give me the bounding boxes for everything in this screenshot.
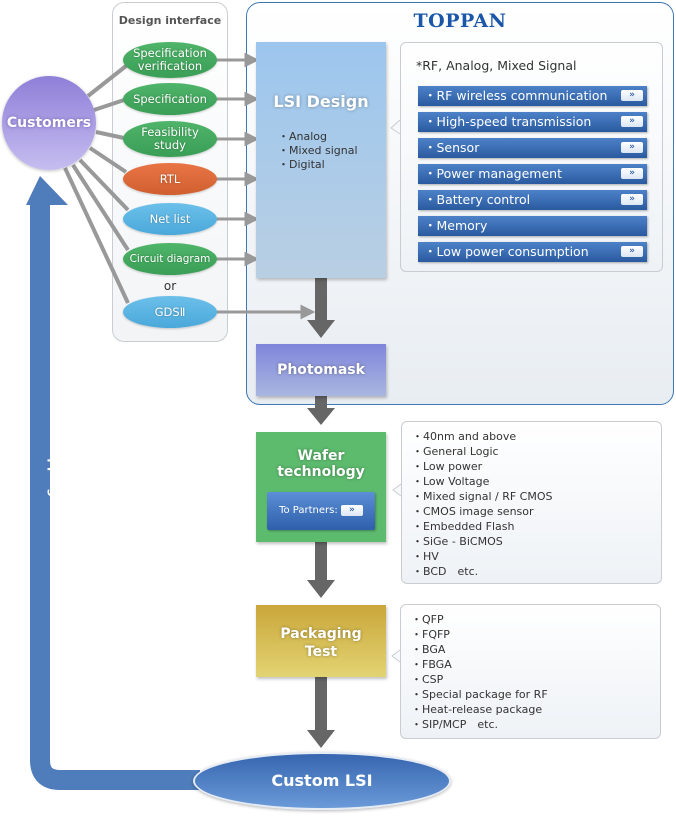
double-chevron-icon: » — [340, 504, 363, 516]
lsi-design-item: ・Digital — [278, 158, 325, 171]
wafer-tech-item: ・Low power — [412, 460, 483, 473]
custom-lsi-node: Custom LSI — [193, 752, 451, 810]
lsi-design-list: ・Analog ・Mixed signal ・Digital — [278, 130, 358, 172]
packaging-item: ・FBGA — [411, 658, 452, 671]
wafer-tech-item: ・Low Voltage — [412, 475, 490, 488]
packaging-test-title: Packaging Test — [256, 625, 386, 661]
rf-item-wireless[interactable]: ・RF wireless communication » — [418, 86, 647, 106]
packaging-item: ・Special package for RF — [411, 688, 548, 701]
shipping-label: Shipping — [47, 437, 61, 497]
double-chevron-icon[interactable]: » — [621, 142, 643, 153]
design-item-spec-verification[interactable]: Specification verification — [123, 42, 217, 78]
wafer-tech-item: ・General Logic — [412, 445, 499, 458]
wafer-tech-item: ・HV — [412, 550, 439, 563]
double-chevron-icon[interactable]: » — [621, 194, 643, 205]
wafer-technology-title: Wafer technology — [256, 448, 386, 480]
rf-item-high-speed[interactable]: ・High-speed transmission » — [418, 112, 647, 132]
wafer-technology-box: Wafer technology To Partners: » — [256, 432, 386, 542]
rf-item-low-power[interactable]: ・Low power consumption » — [418, 242, 647, 262]
packaging-title-line1: Packaging — [280, 626, 362, 642]
design-item-specification[interactable]: Specification — [123, 83, 217, 115]
lsi-design-title: LSI Design — [273, 92, 369, 111]
arrow-photomask-wafer-head — [307, 408, 335, 425]
arrow-wafer-packaging-head — [307, 580, 335, 598]
packaging-item: ・BGA — [411, 643, 446, 656]
to-partners-button[interactable]: To Partners: » — [267, 492, 375, 530]
connector-specification — [93, 98, 125, 112]
rf-item-label: ・High-speed transmission — [424, 114, 592, 129]
packaging-item: ・QFP — [411, 613, 444, 626]
wafer-tech-item: ・Mixed signal / RF CMOS — [412, 490, 553, 503]
design-item-gds2[interactable]: GDSⅡ — [123, 296, 217, 328]
rf-item-battery-control[interactable]: ・Battery control » — [418, 190, 647, 210]
photomask-box: Photomask — [256, 344, 386, 396]
to-partners-label: To Partners: — [279, 505, 338, 516]
packaging-list: ・QFP ・FQFP ・BGA ・FBGA ・CSP ・Special pack… — [411, 612, 548, 732]
packaging-item: ・FQFP — [411, 628, 450, 641]
arrow-photomask-wafer-shaft — [315, 395, 327, 409]
wafer-tech-list: ・40nm and above ・General Logic ・Low powe… — [412, 429, 552, 579]
wafer-tech-item: ・40nm and above — [412, 430, 517, 443]
packaging-item: ・Heat-release package — [411, 703, 543, 716]
double-chevron-icon[interactable]: » — [621, 90, 643, 101]
arrow-packaging-customlsi-shaft — [315, 677, 327, 732]
design-item-feasibility-study[interactable]: Feasibility study — [123, 121, 217, 157]
packaging-test-box: Packaging Test — [256, 605, 386, 677]
packaging-item: ・CSP — [411, 673, 444, 686]
connector-rtl — [88, 146, 128, 174]
connector-feasibility — [95, 130, 125, 140]
design-item-circuit-diagram[interactable]: Circuit diagram — [123, 243, 217, 275]
arrow-wafer-packaging-shaft — [315, 542, 327, 582]
wafer-tech-item: ・SiGe - BiCMOS — [412, 535, 503, 548]
arrow-lsi-photomask-head — [307, 320, 335, 338]
customers-node: Customers — [2, 76, 96, 170]
rf-item-sensor[interactable]: ・Sensor » — [418, 138, 647, 158]
double-chevron-icon[interactable]: » — [621, 116, 643, 127]
design-item-rtl[interactable]: RTL — [123, 163, 217, 195]
or-label: or — [163, 279, 177, 293]
lsi-design-box: LSI Design ・Analog ・Mixed signal ・Digita… — [256, 42, 386, 278]
wafer-tech-item: ・Embedded Flash — [412, 520, 515, 533]
wafer-tech-item: ・BCD etc. — [412, 565, 479, 578]
double-chevron-icon[interactable]: » — [621, 246, 643, 257]
rf-item-label: ・Low power consumption — [424, 244, 589, 259]
rf-item-power-management[interactable]: ・Power management » — [418, 164, 647, 184]
wafer-title-line1: Wafer — [297, 448, 345, 464]
connector-spec-verification — [86, 64, 128, 98]
rf-item-label: ・Sensor — [424, 140, 480, 155]
arrow-packaging-customlsi-head — [307, 730, 335, 748]
rf-panel-heading: *RF, Analog, Mixed Signal — [416, 58, 577, 73]
rf-item-label: ・Battery control — [424, 192, 531, 207]
arrow-lsi-photomask-shaft — [315, 277, 327, 322]
double-chevron-icon[interactable]: » — [621, 168, 643, 179]
wafer-tech-item: ・CMOS image sensor — [412, 505, 534, 518]
wafer-title-line2: technology — [277, 464, 365, 480]
rf-item-label: ・Power management — [424, 166, 563, 181]
lsi-design-item: ・Analog — [278, 130, 328, 143]
rf-item-memory: ・Memory — [418, 216, 647, 236]
design-item-netlist[interactable]: Net list — [123, 203, 217, 235]
rf-item-label: ・RF wireless communication — [424, 88, 608, 103]
packaging-title-line2: Test — [304, 644, 338, 660]
packaging-item: ・SIP/MCP etc. — [411, 718, 498, 731]
rf-item-label: ・Memory — [424, 218, 488, 233]
lsi-design-item: ・Mixed signal — [278, 144, 358, 157]
